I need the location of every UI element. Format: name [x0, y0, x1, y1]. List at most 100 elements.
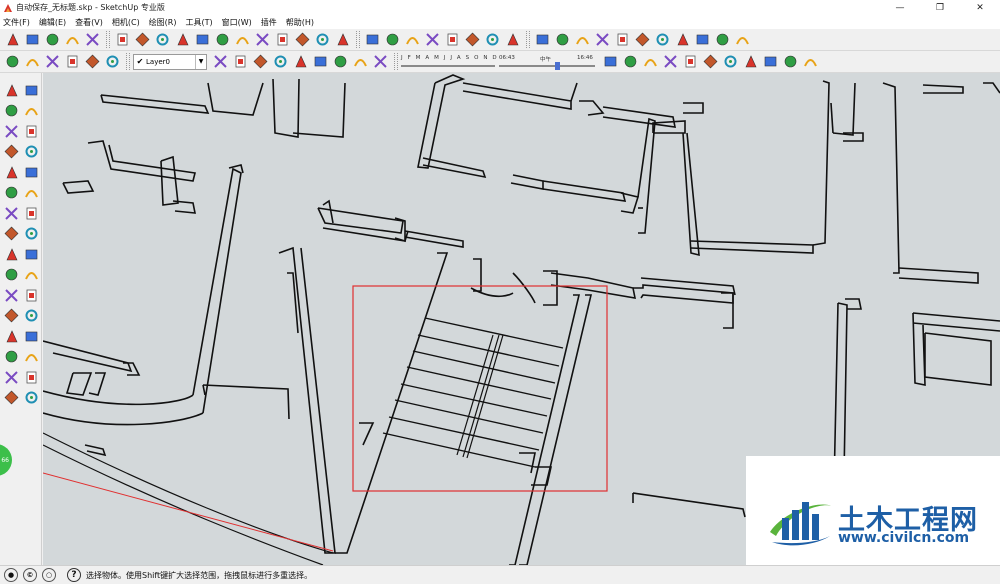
open-file-icon[interactable]: [621, 52, 640, 71]
select-icon[interactable]: [1, 80, 21, 100]
credits-icon[interactable]: ©: [23, 568, 37, 582]
home-icon[interactable]: [291, 52, 310, 71]
push-pull-icon[interactable]: [193, 30, 212, 49]
rectangle-icon[interactable]: [43, 30, 62, 49]
eraser-icon[interactable]: [133, 30, 152, 49]
arc-icon[interactable]: [83, 30, 102, 49]
line-icon[interactable]: [21, 121, 41, 141]
menu-tools[interactable]: 工具(T): [186, 17, 213, 28]
menu-draw[interactable]: 绘图(R): [149, 17, 177, 28]
share-model-icon[interactable]: [403, 30, 422, 49]
orbit-icon[interactable]: [1, 306, 21, 326]
rotate-icon[interactable]: [1, 203, 21, 223]
eraser-icon[interactable]: [21, 101, 41, 121]
sandbox-icon[interactable]: [713, 30, 732, 49]
geo-location-icon[interactable]: ●: [4, 568, 18, 582]
menu-edit[interactable]: 编辑(E): [39, 17, 66, 28]
freehand-icon[interactable]: [21, 162, 41, 182]
tape-measure-icon[interactable]: [1, 244, 21, 264]
material-icon[interactable]: [503, 30, 522, 49]
arc-icon[interactable]: [21, 142, 41, 162]
ruby-m-icon[interactable]: [533, 30, 552, 49]
previous-view-icon[interactable]: [21, 347, 41, 367]
follow-me-icon[interactable]: [253, 30, 272, 49]
toolbar-grip[interactable]: [126, 53, 130, 70]
menu-window[interactable]: 窗口(W): [222, 17, 252, 28]
chevron-down-icon[interactable]: ▼: [195, 54, 206, 69]
zoom-extents-icon[interactable]: [1, 347, 21, 367]
paste-icon[interactable]: [701, 52, 720, 71]
tag-icon[interactable]: [553, 30, 572, 49]
move-icon[interactable]: [213, 30, 232, 49]
component-icon[interactable]: [443, 30, 462, 49]
left-view-icon[interactable]: [103, 52, 122, 71]
toolbar-grip[interactable]: [356, 31, 360, 48]
house-outline-icon[interactable]: [331, 52, 350, 71]
right-view-icon[interactable]: [63, 52, 82, 71]
color-wheel-icon[interactable]: [733, 30, 752, 49]
delete-icon[interactable]: [721, 52, 740, 71]
move-icon[interactable]: [1, 183, 21, 203]
menu-plugins[interactable]: 插件: [261, 17, 277, 28]
style-icon[interactable]: [463, 30, 482, 49]
3d-text-icon[interactable]: [21, 285, 41, 305]
menu-view[interactable]: 查看(V): [75, 17, 103, 28]
tape-measure-icon[interactable]: [153, 30, 172, 49]
make-component-icon[interactable]: [113, 30, 132, 49]
position-camera-icon[interactable]: [1, 367, 21, 387]
zoom-icon[interactable]: [1, 326, 21, 346]
shadow-date-slider[interactable]: [401, 64, 495, 67]
scale-icon[interactable]: [1, 224, 21, 244]
extension-warehouse-icon[interactable]: [423, 30, 442, 49]
user-account-icon[interactable]: ○: [42, 568, 56, 582]
circle-icon[interactable]: [63, 30, 82, 49]
layer-select[interactable]: ✔ Layer0 ▼: [133, 53, 207, 70]
sphere-icon[interactable]: [693, 30, 712, 49]
walk-icon[interactable]: [1, 388, 21, 408]
look-around-icon[interactable]: [21, 367, 41, 387]
print-icon[interactable]: [781, 52, 800, 71]
menu-file[interactable]: 文件(F): [3, 17, 30, 28]
help-icon[interactable]: ?: [67, 568, 81, 582]
close-button[interactable]: ✕: [960, 0, 1000, 15]
push-pull-icon[interactable]: [21, 183, 41, 203]
paint-tag-icon[interactable]: [613, 30, 632, 49]
follow-me-icon[interactable]: [21, 203, 41, 223]
new-file-icon[interactable]: [601, 52, 620, 71]
axes-icon[interactable]: [1, 285, 21, 305]
get-models-icon[interactable]: [383, 30, 402, 49]
ruby-r-icon[interactable]: [573, 30, 592, 49]
pan-icon[interactable]: [293, 30, 312, 49]
copy-icon[interactable]: [681, 52, 700, 71]
house-icon[interactable]: [271, 52, 290, 71]
model-info-icon[interactable]: [801, 52, 820, 71]
redo-icon[interactable]: [761, 52, 780, 71]
warehouse-home-icon[interactable]: [251, 52, 270, 71]
zoom-extents-icon[interactable]: [333, 30, 352, 49]
window-icon[interactable]: [311, 52, 330, 71]
protractor-icon[interactable]: [1, 265, 21, 285]
polygon-icon[interactable]: [1, 162, 21, 182]
maximize-button[interactable]: ❐: [920, 0, 960, 15]
shadow-time-thumb[interactable]: [555, 61, 561, 70]
top-view-icon[interactable]: [23, 52, 42, 71]
section-plane-icon[interactable]: [21, 388, 41, 408]
rotate-icon[interactable]: [233, 30, 252, 49]
fog-icon[interactable]: [653, 30, 672, 49]
help-icon[interactable]: [593, 30, 612, 49]
minimize-button[interactable]: —: [880, 0, 920, 15]
paint-bucket-icon[interactable]: [173, 30, 192, 49]
toolbar-grip[interactable]: [526, 31, 530, 48]
cut-icon[interactable]: [661, 52, 680, 71]
shadow-time-slider[interactable]: [499, 64, 595, 67]
layer-manager-icon[interactable]: [483, 30, 502, 49]
back-view-icon[interactable]: [83, 52, 102, 71]
3d-warehouse-icon[interactable]: [363, 30, 382, 49]
orbit-icon[interactable]: [273, 30, 292, 49]
select-icon[interactable]: [3, 30, 22, 49]
circle-icon[interactable]: [1, 142, 21, 162]
front-view-icon[interactable]: [43, 52, 62, 71]
save-icon[interactable]: [641, 52, 660, 71]
shadow-toggle-icon[interactable]: [371, 52, 390, 71]
pencil-icon[interactable]: [23, 30, 42, 49]
